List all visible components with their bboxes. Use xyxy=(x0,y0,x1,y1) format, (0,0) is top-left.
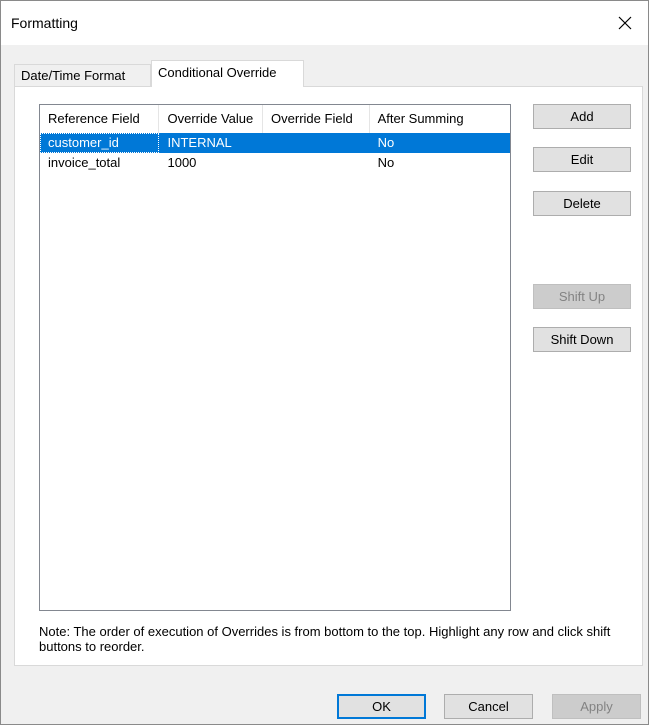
cell-after-summing: No xyxy=(377,155,395,170)
cancel-button[interactable]: Cancel xyxy=(444,694,533,719)
shift-down-button[interactable]: Shift Down xyxy=(533,327,631,352)
list-header: Reference Field Override Value Override … xyxy=(40,105,510,133)
column-header-override-value[interactable]: Override Value xyxy=(159,105,264,133)
cell-after-summing: No xyxy=(377,135,395,150)
close-icon xyxy=(618,16,632,30)
cell-reference-field: invoice_total xyxy=(48,155,121,170)
column-header-override-field[interactable]: Override Field xyxy=(263,105,370,133)
cell-reference-field: customer_id xyxy=(40,133,160,153)
formatting-dialog: Formatting Date/Time Format Conditional … xyxy=(0,0,649,725)
tab-conditional-override[interactable]: Conditional Override xyxy=(151,60,304,87)
close-button[interactable] xyxy=(602,1,648,45)
tab-date-time-format[interactable]: Date/Time Format xyxy=(14,64,151,86)
table-row[interactable]: customer_id INTERNAL No xyxy=(40,133,510,153)
apply-button[interactable]: Apply xyxy=(552,694,641,719)
title-bar: Formatting xyxy=(1,1,648,45)
cell-override-value: 1000 xyxy=(167,155,197,170)
add-button[interactable]: Add xyxy=(533,104,631,129)
reorder-note: Note: The order of execution of Override… xyxy=(39,624,611,654)
edit-button[interactable]: Edit xyxy=(533,147,631,172)
tab-panel-conditional-override: Reference Field Override Value Override … xyxy=(14,86,643,666)
table-row[interactable]: invoice_total 1000 No xyxy=(40,153,510,173)
column-header-after-summing[interactable]: After Summing xyxy=(370,105,510,133)
window-title: Formatting xyxy=(11,15,78,31)
delete-button[interactable]: Delete xyxy=(533,191,631,216)
cell-override-field xyxy=(263,133,370,153)
overrides-list[interactable]: Reference Field Override Value Override … xyxy=(39,104,511,611)
shift-up-button[interactable]: Shift Up xyxy=(533,284,631,309)
column-header-reference-field[interactable]: Reference Field xyxy=(40,105,160,133)
cell-override-value: INTERNAL xyxy=(167,135,232,150)
ok-button[interactable]: OK xyxy=(337,694,426,719)
cell-override-field xyxy=(263,153,370,173)
